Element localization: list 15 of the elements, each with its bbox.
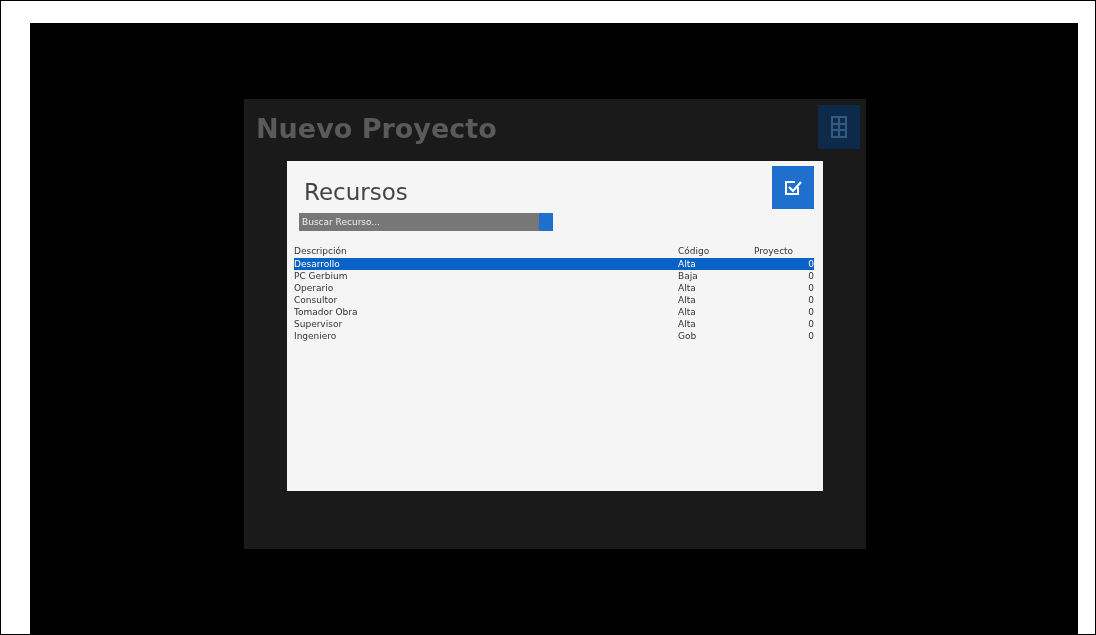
table-row[interactable]: PC Gerbium Baja 0: [294, 270, 814, 282]
table-row[interactable]: Consultor Alta 0: [294, 294, 814, 306]
grid-icon: [818, 105, 860, 149]
table-row[interactable]: Supervisor Alta 0: [294, 318, 814, 330]
search-field[interactable]: Buscar Recurso...: [299, 213, 539, 231]
confirm-button[interactable]: [772, 166, 814, 209]
column-header: Proyecto: [754, 245, 795, 257]
table-row[interactable]: Tomador Obra Alta 0: [294, 306, 814, 318]
table-row[interactable]: Ingeniero Gob 0: [294, 330, 814, 342]
table-row[interactable]: Operario Alta 0: [294, 282, 814, 294]
window-title: Nuevo Proyecto: [256, 113, 497, 146]
table-row[interactable]: Desarrollo Alta 0: [294, 258, 814, 270]
column-header: Descripción: [294, 245, 348, 257]
dialog-title: Recursos: [304, 179, 408, 205]
column-header: Código: [678, 245, 711, 257]
